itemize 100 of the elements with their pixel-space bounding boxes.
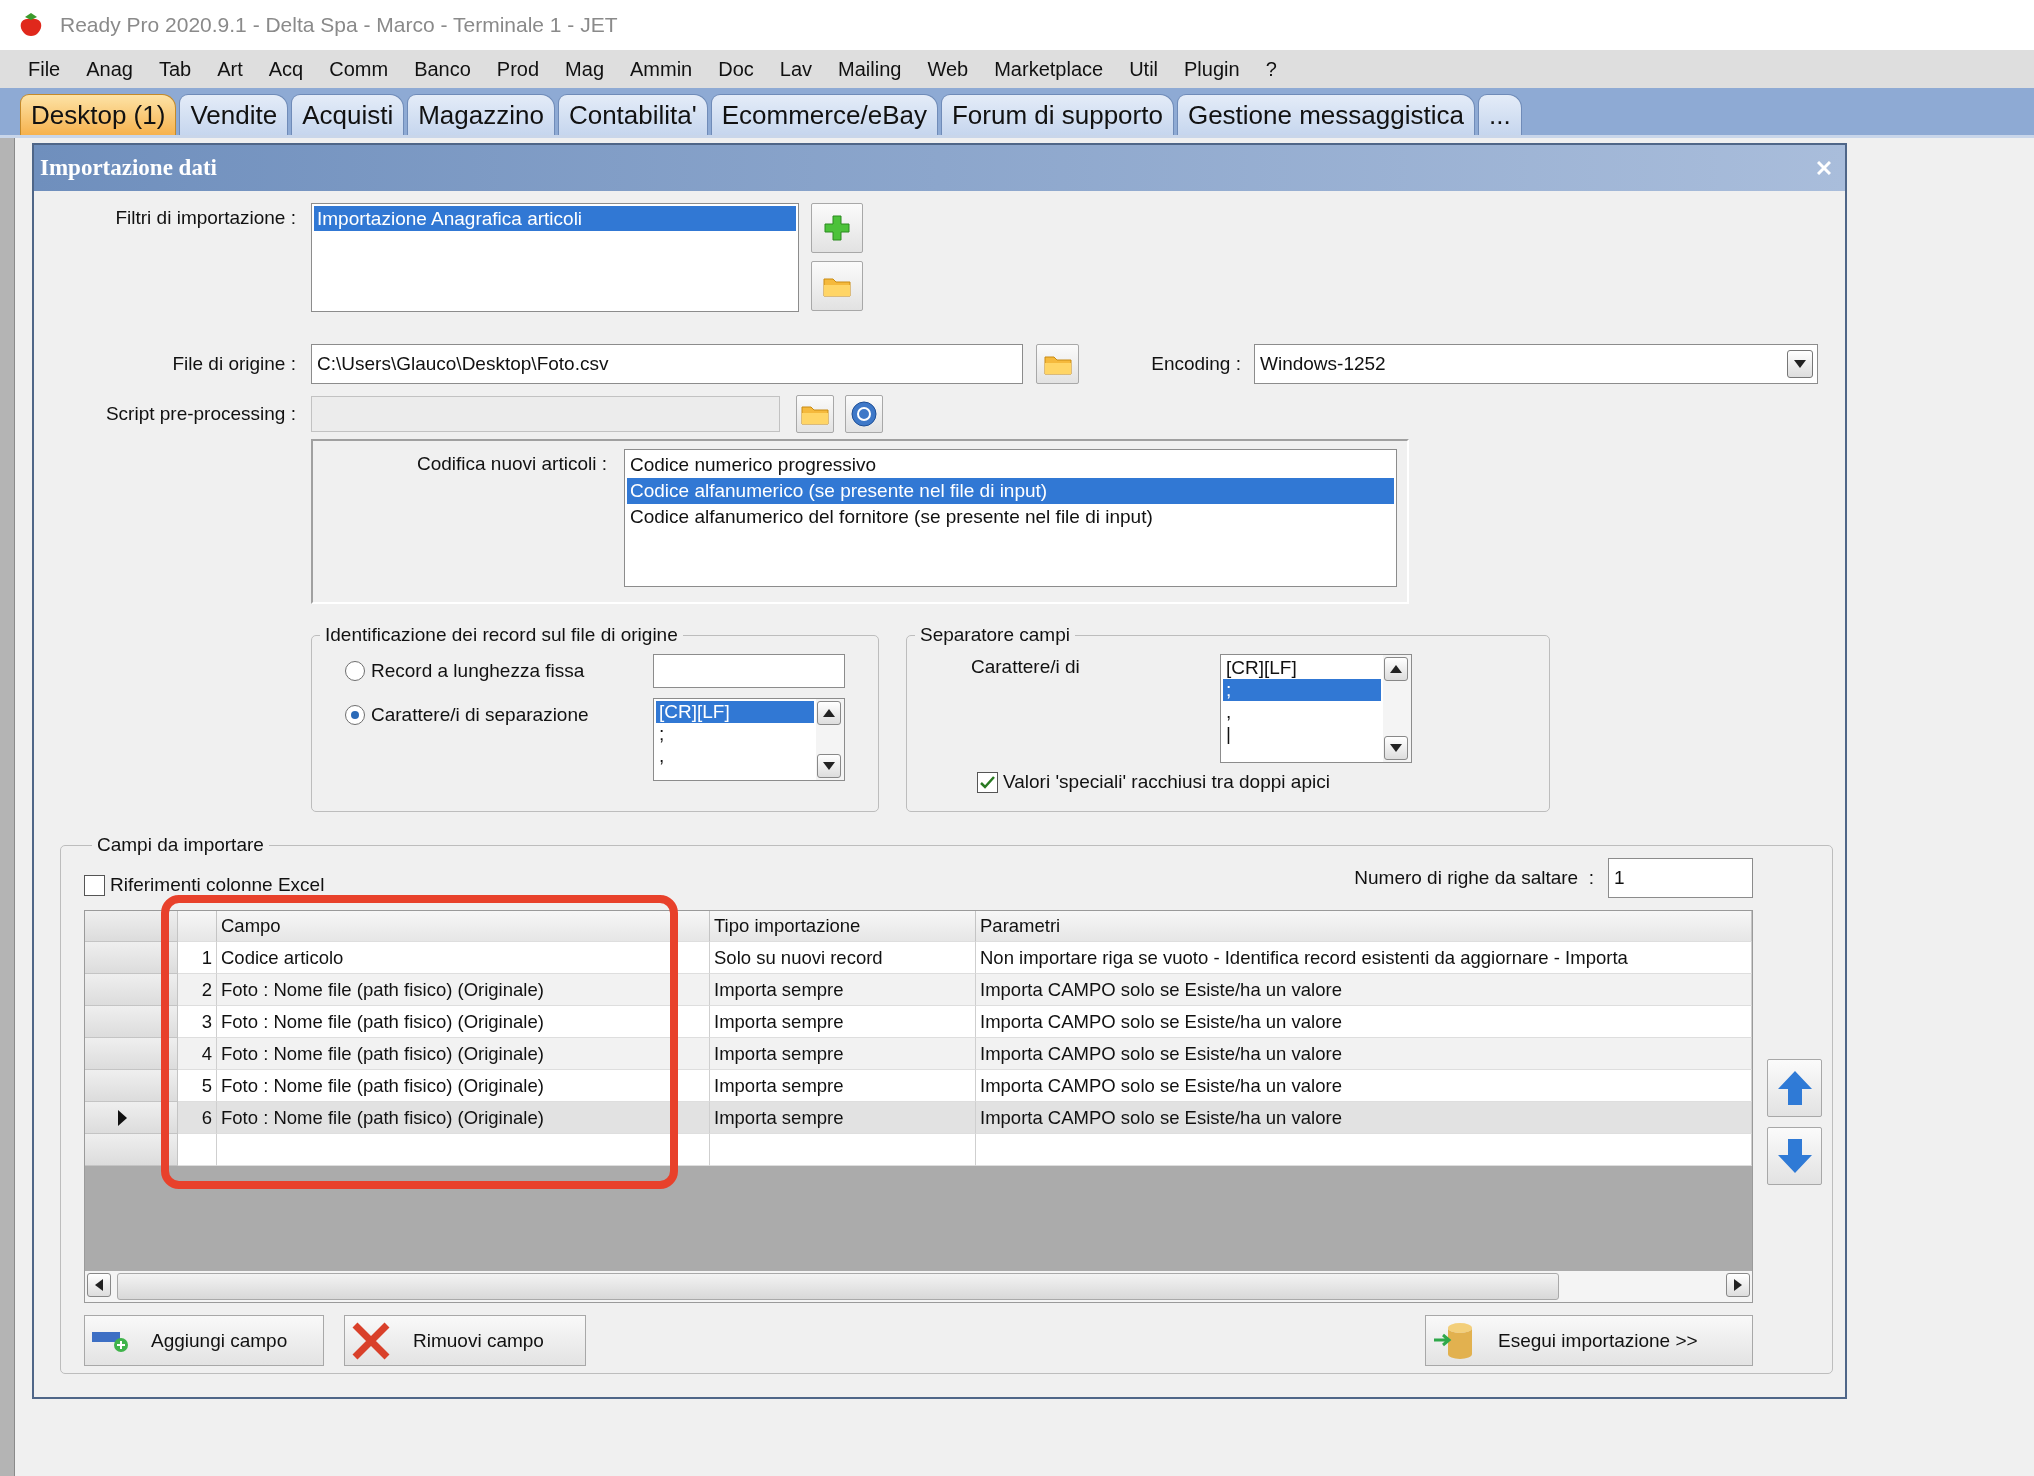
group-title: Separatore campi (919, 624, 1071, 646)
remove-field-button[interactable]: Rimuovi campo (344, 1315, 586, 1366)
column-header (178, 911, 217, 942)
radio-label: Carattere/i di separazione (371, 704, 589, 726)
menu-item[interactable]: Comm (316, 57, 402, 81)
move-down-button[interactable] (1767, 1126, 1822, 1185)
menu-item[interactable]: Prod (483, 57, 553, 81)
list-item[interactable]: [CR][LF] (1223, 657, 1381, 679)
help-button[interactable] (845, 395, 883, 433)
row-pointer-icon (118, 1109, 127, 1126)
table-cell: Foto : Nome file (path fisico) (Originale) (217, 1038, 710, 1070)
table-cell: Importa CAMPO solo se Esiste/ha un valore (976, 974, 1752, 1006)
tab[interactable]: Vendite (179, 94, 289, 135)
row-header[interactable] (85, 1102, 178, 1134)
menu-item[interactable]: Mailing (825, 57, 915, 81)
list-item[interactable]: | (1223, 723, 1381, 745)
field-label: File di origine : (171, 353, 296, 375)
list-item[interactable]: Importazione Anagrafica articoli (314, 206, 796, 231)
radio-button[interactable] (345, 705, 365, 725)
scroll-thumb[interactable] (117, 1273, 1559, 1300)
tab[interactable]: Contabilita' (557, 94, 708, 135)
scroll-down-icon (823, 762, 835, 770)
list-item[interactable]: , (656, 745, 814, 767)
list-item[interactable]: Codice alfanumerico del fornitore (se presente nel file di input) (627, 504, 1394, 530)
checkbox[interactable] (977, 771, 998, 793)
tab[interactable]: Forum di supporto (940, 94, 1174, 135)
tab[interactable]: Desktop (1) (20, 94, 177, 135)
arrow-down-icon (1775, 1136, 1814, 1175)
column-header[interactable]: Tipo importazione (710, 911, 976, 942)
list-item[interactable]: Codice numerico progressivo (627, 452, 1394, 478)
table-cell: Importa sempre (710, 1038, 976, 1070)
checkbox-label: Riferimenti colonne Excel (110, 874, 325, 896)
menu-item[interactable]: Util (1116, 57, 1171, 81)
add-field-button[interactable]: Aggiungi campo (84, 1315, 324, 1366)
list-item[interactable]: [CR][LF] (656, 701, 814, 723)
field-label: Carattere/i di (971, 656, 1081, 678)
scroll-up-icon (1390, 665, 1402, 673)
encoding-dropdown[interactable]: Windows-1252 (1254, 344, 1818, 384)
list-item[interactable]: Codice alfanumerico (se presente nel file di input) (627, 478, 1394, 504)
menu-item[interactable]: Marketplace (981, 57, 1117, 81)
menu-item[interactable]: File (15, 57, 74, 81)
browse-button[interactable] (1036, 344, 1079, 384)
radio-label: Record a lunghezza fissa (371, 660, 585, 682)
menu-item[interactable]: Plugin (1171, 57, 1253, 81)
close-icon[interactable] (1817, 161, 1831, 175)
menu-item[interactable]: Tab (145, 57, 205, 81)
row-number: 6 (178, 1102, 217, 1134)
table-cell: Foto : Nome file (path fisico) (Originale) (217, 974, 710, 1006)
menu-item[interactable]: Web (914, 57, 982, 81)
column-header[interactable]: Parametri (976, 911, 1752, 942)
cross-icon (351, 1320, 391, 1361)
tab[interactable]: Ecommerce/eBay (710, 94, 938, 135)
tab[interactable]: Gestione messaggistica (1176, 94, 1475, 135)
horizontal-scrollbar[interactable] (85, 1271, 1752, 1302)
menu-item[interactable]: Art (204, 57, 256, 81)
table-cell: Foto : Nome file (path fisico) (Originale) (217, 1070, 710, 1102)
menu-item[interactable]: Mag (552, 57, 617, 81)
menu-item[interactable]: Acq (255, 57, 317, 81)
table-cell: Codice articolo (217, 942, 710, 974)
scroll-right-icon (1734, 1279, 1742, 1291)
menu-item[interactable]: ? (1252, 57, 1290, 81)
table-cell: Foto : Nome file (path fisico) (Originale) (217, 1102, 710, 1134)
table-cell: Importa CAMPO solo se Esiste/ha un valore (976, 1006, 1752, 1038)
tab[interactable]: Acquisti (291, 94, 405, 135)
field-label: Codifica nuovi articoli : (415, 452, 607, 476)
table-cell: Non importare riga se vuoto - Identifica record esistenti da aggiornare - Importa (976, 942, 1752, 974)
list-item[interactable]: ; (656, 723, 814, 745)
table-cell (178, 1134, 217, 1166)
open-filter-button[interactable] (811, 261, 863, 311)
group-title: Identificazione dei record sul file di origine (324, 624, 679, 646)
table-cell: Importa sempre (710, 1006, 976, 1038)
row-number: 5 (178, 1070, 217, 1102)
menu-item[interactable]: Banco (401, 57, 484, 81)
column-header[interactable]: Campo (217, 911, 710, 942)
table-cell: Importa CAMPO solo se Esiste/ha un valore (976, 1070, 1752, 1102)
row-number: 3 (178, 1006, 217, 1038)
table-cell: Importa CAMPO solo se Esiste/ha un valore (976, 1038, 1752, 1070)
window-title: Ready Pro 2020.9.1 - Delta Spa - Marco - Terminale 1 - JET (60, 13, 618, 37)
radio-button[interactable] (345, 661, 365, 681)
list-item[interactable]: ; (1223, 679, 1381, 701)
add-filter-button[interactable] (811, 203, 863, 253)
menu-item[interactable]: Doc (705, 57, 767, 81)
field-label: Filtri di importazione : (114, 206, 296, 229)
length-field[interactable] (653, 654, 845, 688)
run-import-button[interactable]: Esegui importazione >> (1425, 1315, 1753, 1366)
group-title: Campi da importare (96, 834, 265, 856)
move-up-button[interactable] (1767, 1058, 1822, 1117)
skip-rows-field[interactable]: 1 (1608, 858, 1753, 898)
tab[interactable]: ... (1477, 94, 1522, 135)
list-item[interactable]: , (1223, 701, 1381, 723)
menu-item[interactable]: Ammin (617, 57, 706, 81)
browse-button[interactable] (796, 395, 834, 433)
checkbox[interactable] (84, 874, 105, 896)
menu-item[interactable]: Lav (766, 57, 826, 81)
field-label: Numero di righe da saltare : (1354, 867, 1594, 889)
strawberry-icon (18, 11, 44, 39)
table-cell: Importa sempre (710, 1102, 976, 1134)
file-path-field[interactable]: C:\Users\Glauco\Desktop\Foto.csv (311, 344, 1023, 384)
tab[interactable]: Magazzino (407, 94, 555, 135)
menu-item[interactable]: Anag (73, 57, 146, 81)
